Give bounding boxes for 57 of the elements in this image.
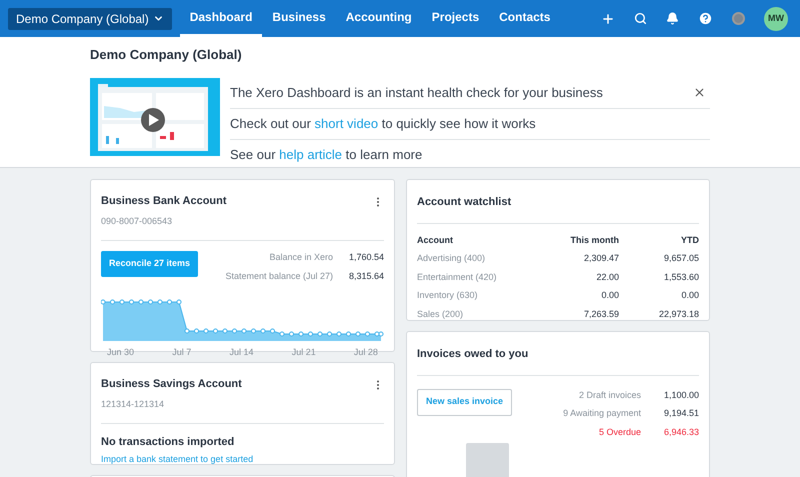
card-title: Invoices owed to you: [417, 347, 530, 362]
intro-link[interactable]: help article: [279, 147, 342, 162]
table-cell-text: Advertising (400): [417, 252, 486, 265]
nav-tab[interactable]: Accounting: [336, 0, 422, 37]
card-title: Business Savings Account: [101, 377, 242, 392]
intro-link[interactable]: short video: [314, 116, 378, 131]
user-avatar[interactable]: MW: [764, 6, 788, 30]
invoice-summary-label: 9 Awaiting payment: [563, 407, 641, 420]
invoice-summary-value: 6,946.33: [662, 426, 699, 438]
axis-label: Jul 14: [229, 346, 254, 359]
invoice-summary-label: 5 Overdue: [598, 426, 641, 438]
help-icon[interactable]: [698, 11, 713, 26]
table-cell-text: Sales (200): [417, 308, 464, 321]
table-cell-text: 7,263.59: [582, 308, 619, 320]
table-cell-text: 22.00: [595, 270, 619, 284]
column-header: Account: [417, 234, 454, 246]
balance-label: Balance in Xero: [269, 251, 333, 264]
column-header: This month: [570, 234, 619, 246]
intro-text: See our help article to learn more: [230, 146, 422, 164]
column-header: YTD: [680, 234, 699, 246]
card-title: Business Bank Account: [101, 194, 227, 209]
invoice-summary-value: 9,194.51: [662, 407, 699, 420]
table-cell-text: 22,973.18: [658, 308, 699, 320]
table-cell-text: Entertainment (420): [417, 270, 498, 284]
empty-message: No transactions imported: [101, 435, 236, 450]
table-cell-text: 2,309.47: [582, 252, 619, 265]
card-title: Account watchlist: [417, 195, 512, 210]
intro-text: The Xero Dashboard is an instant health check for your business: [230, 84, 603, 102]
add-icon[interactable]: [601, 12, 615, 26]
intro-text: Check out our short video to quickly see how it works: [230, 114, 536, 133]
page-title: Demo Company (Global): [90, 46, 243, 64]
axis-label: Jun 30: [107, 346, 134, 359]
table-cell-text: 0.00: [600, 289, 619, 302]
balance-value: 1,760.54: [348, 251, 384, 264]
invoice-summary-label: 2 Draft invoices: [578, 388, 641, 402]
notifications-icon[interactable]: [666, 12, 679, 25]
nav-tab[interactable]: Contacts: [489, 0, 560, 37]
nav-tab[interactable]: Projects: [422, 0, 490, 37]
table-cell-text: 0.00: [680, 289, 699, 302]
axis-label: Jul 7: [172, 346, 192, 359]
org-switcher[interactable]: Demo Company (Global): [8, 8, 172, 30]
search-icon[interactable]: [634, 12, 647, 25]
new-invoice-button[interactable]: New sales invoice: [417, 388, 512, 416]
balance-value: 8,315.64: [348, 270, 384, 282]
axis-label: Jul 21: [292, 346, 316, 359]
account-number: 121314-121314: [101, 398, 166, 410]
close-icon[interactable]: [693, 86, 706, 99]
table-cell-text: 1,553.60: [662, 270, 699, 284]
reconcile-button[interactable]: Reconcile 27 items: [101, 251, 198, 277]
table-cell-text: 9,657.05: [662, 252, 699, 265]
account-number: 090-8007-006543: [101, 214, 174, 228]
table-cell-text: Inventory (630): [417, 289, 479, 302]
invoice-summary-value: 1,100.00: [662, 388, 699, 402]
balance-label: Statement balance (Jul 27): [225, 270, 333, 283]
import-link[interactable]: Import a bank statement to get started: [101, 452, 384, 466]
nav-tab[interactable]: Business: [262, 0, 336, 37]
axis-label: Jul 28: [354, 346, 378, 359]
